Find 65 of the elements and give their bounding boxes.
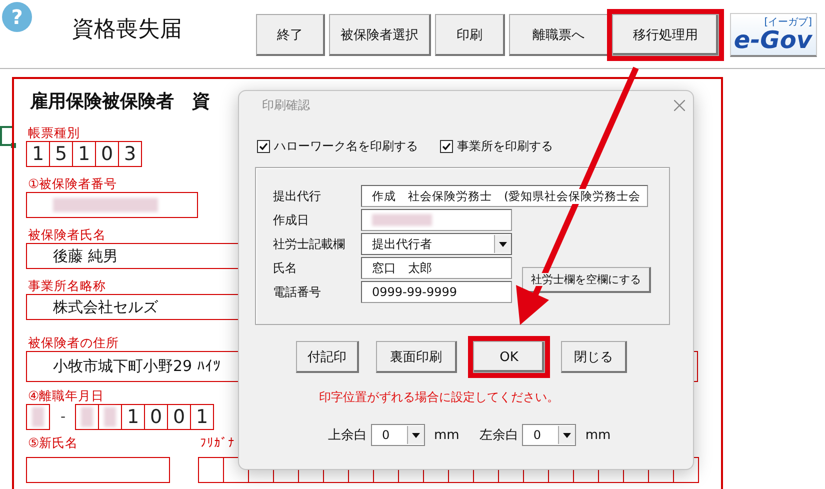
digit-cell[interactable]: 3 <box>118 141 142 167</box>
redacted-value <box>372 214 432 226</box>
digit-cell[interactable]: 1 <box>190 404 214 430</box>
redacted-value <box>81 407 93 427</box>
toolbar-button[interactable]: 被保険者選択 <box>329 14 431 56</box>
margin-dropdown[interactable]: 0 <box>522 424 576 446</box>
dialog-title: 印刷確認 <box>262 96 310 114</box>
digit-cell[interactable]: 0 <box>167 404 191 430</box>
dropdown[interactable]: 提出代行者 <box>361 233 512 255</box>
toolbar-button[interactable]: 終了 <box>256 14 325 56</box>
field-label: ⑤新氏名 <box>28 435 78 451</box>
toolbar-button[interactable]: 離職票へ <box>509 14 609 56</box>
field-label: ④離職年月日 <box>28 388 104 404</box>
dialog-button[interactable]: 付記印 <box>296 341 359 373</box>
margin-dropdown[interactable]: 0 <box>371 424 425 446</box>
e-gov-logo[interactable]: [イーガブ] e-Gov <box>730 13 817 57</box>
toolbar-button[interactable]: 移行処理用 <box>607 9 724 61</box>
digit-cell[interactable]: 0 <box>144 404 168 430</box>
unit-label: mm <box>434 428 460 442</box>
caret-icon <box>563 432 572 438</box>
field-label: 帳票種別 <box>28 125 80 141</box>
digit-cell[interactable] <box>75 404 99 430</box>
field-label: ﾌﾘｶﾞﾅ <box>200 435 235 451</box>
text-field[interactable]: 0999-99-9999 <box>361 281 512 303</box>
field-label: 事業所名略称 <box>28 278 106 294</box>
checkbox[interactable] <box>440 140 453 153</box>
margin-label: 上余白 <box>328 427 367 444</box>
redacted-value <box>32 407 44 427</box>
toolbar-button[interactable]: 印刷 <box>435 14 505 56</box>
unit-label: mm <box>585 428 611 442</box>
text-field[interactable] <box>361 209 512 231</box>
input-field[interactable] <box>26 457 170 483</box>
redacted-value <box>104 407 116 427</box>
field-label: 提出代行 <box>273 188 322 204</box>
form-title: 雇用保険被保険者 資 <box>30 90 210 114</box>
digit-cell[interactable]: 0 <box>95 141 119 167</box>
input-field[interactable] <box>26 192 198 218</box>
dialog-button[interactable]: 裏面印刷 <box>376 341 457 373</box>
hint-text: 印字位置がずれる場合に設定してください。 <box>319 389 560 406</box>
digit-cell[interactable]: 1 <box>121 404 145 430</box>
field-label: 被保険者の住所 <box>28 335 119 351</box>
close-icon[interactable] <box>674 100 685 110</box>
field-label: 作成日 <box>273 212 310 228</box>
caret-icon <box>499 242 507 246</box>
checkbox[interactable] <box>257 140 270 153</box>
digit-cell[interactable] <box>98 404 122 430</box>
date-separator: - <box>59 409 67 425</box>
dialog-button[interactable]: 閉じる <box>561 341 627 373</box>
digit-cell[interactable] <box>26 404 50 430</box>
clear-button[interactable]: 社労士欄を空欄にする <box>522 267 651 293</box>
digit-cell[interactable]: 1 <box>26 141 50 167</box>
text-field[interactable]: 作成 社会保険労務士 (愛知県社会保険労務士会 <box>361 185 648 207</box>
dialog-button[interactable]: OK <box>468 336 550 378</box>
field-label: 被保険者氏名 <box>28 227 106 243</box>
input-cell[interactable] <box>198 457 224 483</box>
field-label: ①被保険者番号 <box>28 176 118 192</box>
margin-label: 左余白 <box>479 427 518 444</box>
digit-cell[interactable]: 1 <box>72 141 96 167</box>
digit-cell[interactable]: 5 <box>49 141 73 167</box>
print-checkbox[interactable]: 事業所を印刷する <box>440 138 553 155</box>
page-title: 資格喪失届 <box>72 16 183 44</box>
text-field[interactable]: 窓口 太郎 <box>361 257 512 279</box>
cell-cursor-icon <box>0 126 16 148</box>
print-checkbox[interactable]: ハローワーク名を印刷する <box>257 138 418 155</box>
caret-icon <box>412 432 420 438</box>
